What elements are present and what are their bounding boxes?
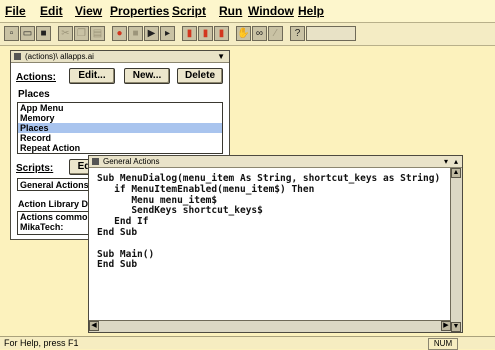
vertical-scrollbar[interactable]: ▲ ▼	[450, 168, 462, 332]
list-item[interactable]: Record	[18, 133, 222, 143]
library-line: MikaTech:	[20, 222, 64, 232]
save-icon[interactable]: ■	[36, 26, 51, 41]
red-c-icon[interactable]: ▮	[214, 26, 229, 41]
horizontal-scrollbar[interactable]: ◀ ▶	[89, 320, 451, 332]
editor-title: General Actions	[103, 157, 160, 166]
wand-icon[interactable]: ⁄	[268, 26, 283, 41]
menu-help[interactable]: Help	[298, 4, 324, 18]
stop-icon[interactable]: ■	[128, 26, 143, 41]
code-line: if MenuItemEnabled(menu_item$) Then	[97, 183, 315, 195]
scripts-select[interactable]: General Actions	[17, 178, 97, 191]
window-menu-icon[interactable]	[14, 53, 21, 60]
editor-window: General Actions ▾ ▴ Sub MenuDialog(menu_…	[88, 155, 463, 333]
library-label: Action Library D	[18, 199, 89, 209]
menu-view[interactable]: View	[75, 4, 102, 18]
status-bar: For Help, press F1 NUM	[0, 336, 495, 350]
code-editor[interactable]: Sub MenuDialog(menu_item As String, shor…	[89, 168, 451, 321]
scripts-label: Scripts:	[16, 163, 54, 174]
new-icon[interactable]: ▫	[4, 26, 19, 41]
actions-label: Actions:	[16, 72, 56, 83]
cut-icon[interactable]: ✂	[58, 26, 73, 41]
paste-icon[interactable]: ▤	[90, 26, 105, 41]
code-line: Sub Main()	[97, 248, 155, 260]
code-text: Sub MenuDialog(menu_item As String, shor…	[97, 173, 440, 271]
red-a-icon[interactable]: ▮	[182, 26, 197, 41]
num-lock-indicator: NUM	[428, 338, 458, 350]
maximize-icon[interactable]: ▴	[454, 156, 458, 168]
category-label: Places	[18, 89, 50, 100]
record-icon[interactable]: ●	[112, 26, 127, 41]
actions-list[interactable]: App Menu Memory Places Record Repeat Act…	[17, 102, 223, 154]
library-description: Actions commo MikaTech:	[17, 211, 97, 235]
binoculars-icon[interactable]: ∞	[252, 26, 267, 41]
hand-icon[interactable]: ✋	[236, 26, 251, 41]
menu-run[interactable]: Run	[219, 4, 242, 18]
menu-edit[interactable]: Edit	[40, 4, 63, 18]
status-help-text: For Help, press F1	[4, 338, 79, 348]
library-line: Actions commo	[20, 212, 88, 222]
code-line: End Sub	[97, 226, 138, 238]
chevron-down-icon[interactable]: ▼	[217, 51, 225, 63]
scroll-down-icon[interactable]: ▼	[451, 322, 461, 332]
edit-button[interactable]: Edit...	[69, 68, 115, 84]
menu-window[interactable]: Window	[248, 4, 294, 18]
list-item[interactable]: App Menu	[18, 103, 222, 113]
code-line: End Sub	[97, 259, 138, 271]
list-item[interactable]: Memory	[18, 113, 222, 123]
code-line: SendKeys shortcut_keys$	[97, 205, 263, 217]
new-button[interactable]: New...	[124, 68, 170, 84]
blank-icon	[306, 26, 356, 41]
toolbar: ▫ ▭ ■ ✂ ❐ ▤ ● ■ ▶ ▸ ▮ ▮ ▮ ✋ ∞ ⁄ ?	[0, 22, 495, 46]
scripts-value: General Actions	[20, 180, 89, 190]
actions-title: (actions)\ allapps.ai	[25, 52, 94, 61]
window-menu-icon[interactable]	[92, 158, 99, 165]
menu-bar: File Edit View Properties Script Run Win…	[0, 0, 495, 22]
actions-titlebar: (actions)\ allapps.ai ▼	[11, 51, 229, 63]
menu-script[interactable]: Script	[172, 4, 206, 18]
list-item[interactable]: Repeat Action	[18, 143, 222, 153]
red-b-icon[interactable]: ▮	[198, 26, 213, 41]
editor-titlebar: General Actions ▾ ▴	[89, 156, 462, 168]
list-item-selected[interactable]: Places	[18, 123, 222, 133]
copy-icon[interactable]: ❐	[74, 26, 89, 41]
play-icon[interactable]: ▶	[144, 26, 159, 41]
minimize-icon[interactable]: ▾	[444, 156, 448, 168]
code-line: End If	[97, 216, 149, 228]
scroll-up-icon[interactable]: ▲	[451, 168, 461, 178]
help-icon[interactable]: ?	[290, 26, 305, 41]
menu-properties[interactable]: Properties	[110, 4, 169, 18]
step-icon[interactable]: ▸	[160, 26, 175, 41]
delete-button[interactable]: Delete	[177, 68, 223, 84]
menu-file[interactable]: File	[5, 4, 26, 18]
open-icon[interactable]: ▭	[20, 26, 35, 41]
scroll-left-icon[interactable]: ◀	[89, 321, 99, 331]
scroll-right-icon[interactable]: ▶	[441, 321, 451, 331]
